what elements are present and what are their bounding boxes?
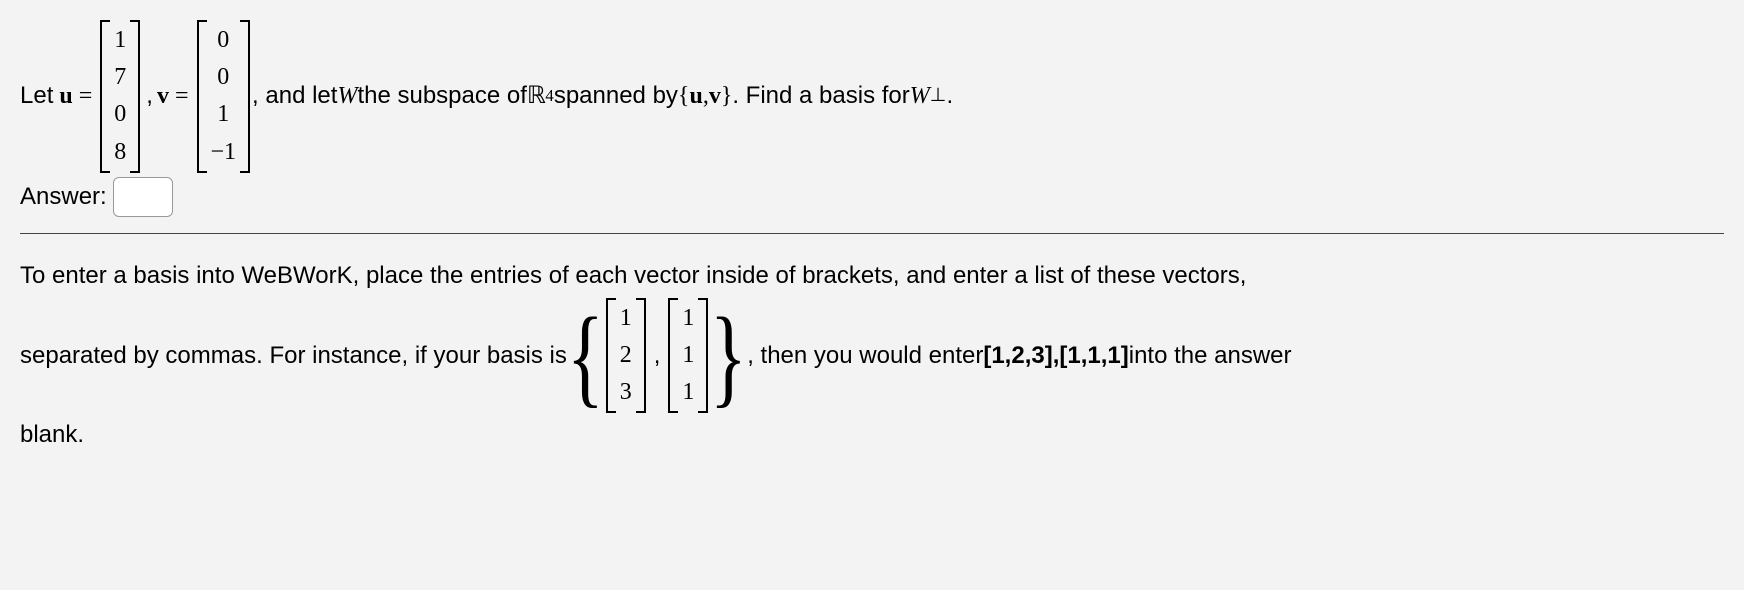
v-entry-2: 1: [217, 96, 229, 133]
brace-open: {: [567, 312, 604, 400]
text-mid3: spanned by: [554, 78, 678, 114]
equals-1: =: [73, 78, 99, 114]
vector-v: 0 0 1 −1: [197, 20, 251, 173]
ex1-entry-2: 3: [620, 374, 632, 411]
instructions-line1: To enter a basis into WeBWorK, place the…: [20, 258, 1724, 294]
instr-text-2b: , then you would enter: [747, 338, 983, 374]
set-u: u: [689, 78, 702, 114]
symbol-W: W: [337, 78, 357, 114]
example-entry: [1,2,3],[1,1,1]: [983, 338, 1128, 374]
u-entry-1: 7: [114, 59, 126, 96]
example-comma: ,: [648, 338, 667, 374]
set-open: {: [678, 78, 690, 114]
v-entry-1: 0: [217, 59, 229, 96]
v-entry-3: −1: [211, 134, 237, 171]
set-v: v: [709, 78, 721, 114]
ex2-entry-1: 1: [682, 337, 694, 374]
symbol-W2: W: [910, 78, 930, 114]
v-entry-0: 0: [217, 22, 229, 59]
instr-text-3: blank.: [20, 417, 84, 453]
ex2-entry-2: 1: [682, 374, 694, 411]
answer-input[interactable]: [113, 177, 173, 217]
u-entry-2: 0: [114, 96, 126, 133]
symbol-v: v: [157, 78, 169, 114]
problem-statement: Let u = 1 7 0 8 , v = 0 0 1 −1 ,: [20, 20, 1724, 173]
instructions-line2: separated by commas. For instance, if yo…: [20, 298, 1724, 414]
instr-text-1: To enter a basis into WeBWorK, place the…: [20, 258, 1246, 294]
equals-2: =: [169, 78, 195, 114]
example-vector-1: 1 2 3: [606, 298, 646, 414]
divider: [20, 233, 1724, 234]
ex2-entry-0: 1: [682, 300, 694, 337]
ex1-entry-1: 2: [620, 337, 632, 374]
period: .: [946, 78, 953, 114]
text-mid2: the subspace of: [357, 78, 526, 114]
comma-1: ,: [142, 78, 157, 114]
u-entry-0: 1: [114, 22, 126, 59]
answer-row: Answer:: [20, 177, 1724, 217]
ex1-entry-0: 1: [620, 300, 632, 337]
text-mid1: , and let: [252, 78, 337, 114]
instructions-line3: blank.: [20, 417, 1724, 453]
u-entry-3: 8: [114, 134, 126, 171]
answer-label: Answer:: [20, 179, 107, 215]
symbol-u: u: [53, 78, 72, 114]
text-let: Let: [20, 78, 53, 114]
problem-container: Let u = 1 7 0 8 , v = 0 0 1 −1 ,: [0, 0, 1744, 467]
example-vector-2: 1 1 1: [668, 298, 708, 414]
instr-text-2a: separated by commas. For instance, if yo…: [20, 338, 567, 374]
symbol-R: ℝ: [527, 78, 546, 114]
brace-close: }: [710, 312, 747, 400]
text-mid4: . Find a basis for: [732, 78, 909, 114]
vector-u: 1 7 0 8: [100, 20, 140, 173]
set-close: }: [721, 78, 733, 114]
instr-text-2c: into the answer: [1129, 338, 1292, 374]
